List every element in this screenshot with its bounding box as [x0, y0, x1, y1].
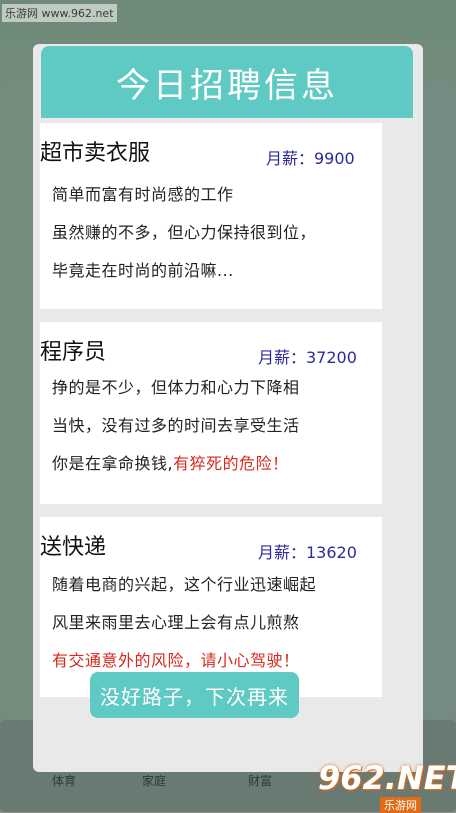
- background-map-patch: [420, 80, 456, 720]
- job-title: 程序员: [40, 340, 107, 365]
- watermark-logo: 962.NET 乐游网: [318, 759, 456, 813]
- background-tab-label: 家庭: [142, 774, 167, 788]
- job-description-line: 毕竟走在时尚的前沿嘛...: [52, 261, 234, 280]
- dialog-header: 今日招聘信息: [41, 46, 413, 118]
- watermark-top: 乐游网 www.962.net: [2, 4, 117, 22]
- background-tab-label: 财富: [248, 774, 273, 788]
- job-warning: 有猝死的危险！: [173, 454, 289, 473]
- job-description-text: 你是在拿命换钱,: [52, 454, 174, 473]
- job-card-2[interactable]: 程序员 月薪：37200 挣的是不少，但体力和心力下降相 当快，没有过多的时间去…: [40, 322, 382, 504]
- job-description-line: 简单而富有时尚感的工作: [52, 185, 234, 204]
- job-title: 送快递: [40, 535, 107, 560]
- job-description-line: 随着电商的兴起，这个行业迅速崛起: [52, 575, 317, 594]
- decline-button[interactable]: 没好路子，下次再来: [90, 672, 299, 718]
- job-salary: 月薪：9900: [266, 149, 355, 168]
- watermark-logo-sub: 乐游网: [380, 797, 421, 813]
- job-card-3[interactable]: 送快递 月薪：13620 随着电商的兴起，这个行业迅速崛起 风里来雨里去心理上会…: [40, 517, 382, 697]
- job-description-line: 风里来雨里去心理上会有点儿煎熬: [52, 613, 300, 632]
- job-description-line: 挣的是不少，但体力和心力下降相: [52, 378, 300, 397]
- job-description-line: 你是在拿命换钱,有猝死的危险！: [52, 450, 289, 474]
- job-title: 超市卖衣服: [40, 141, 151, 166]
- job-description-line: 当快，没有过多的时间去享受生活: [52, 416, 300, 435]
- job-salary: 月薪：13620: [258, 543, 357, 562]
- job-description-line: 虽然赚的不多，但心力保持很到位，: [52, 223, 317, 242]
- job-card-1[interactable]: 超市卖衣服 月薪：9900 简单而富有时尚感的工作 虽然赚的不多，但心力保持很到…: [40, 123, 382, 309]
- background-tab-label: 体育: [52, 774, 77, 788]
- job-warning: 有交通意外的风险，请小心驾驶！: [52, 651, 300, 670]
- watermark-logo-text: 962.NET: [318, 759, 456, 797]
- job-salary: 月薪：37200: [258, 348, 357, 367]
- dialog-title: 今日招聘信息: [116, 65, 338, 106]
